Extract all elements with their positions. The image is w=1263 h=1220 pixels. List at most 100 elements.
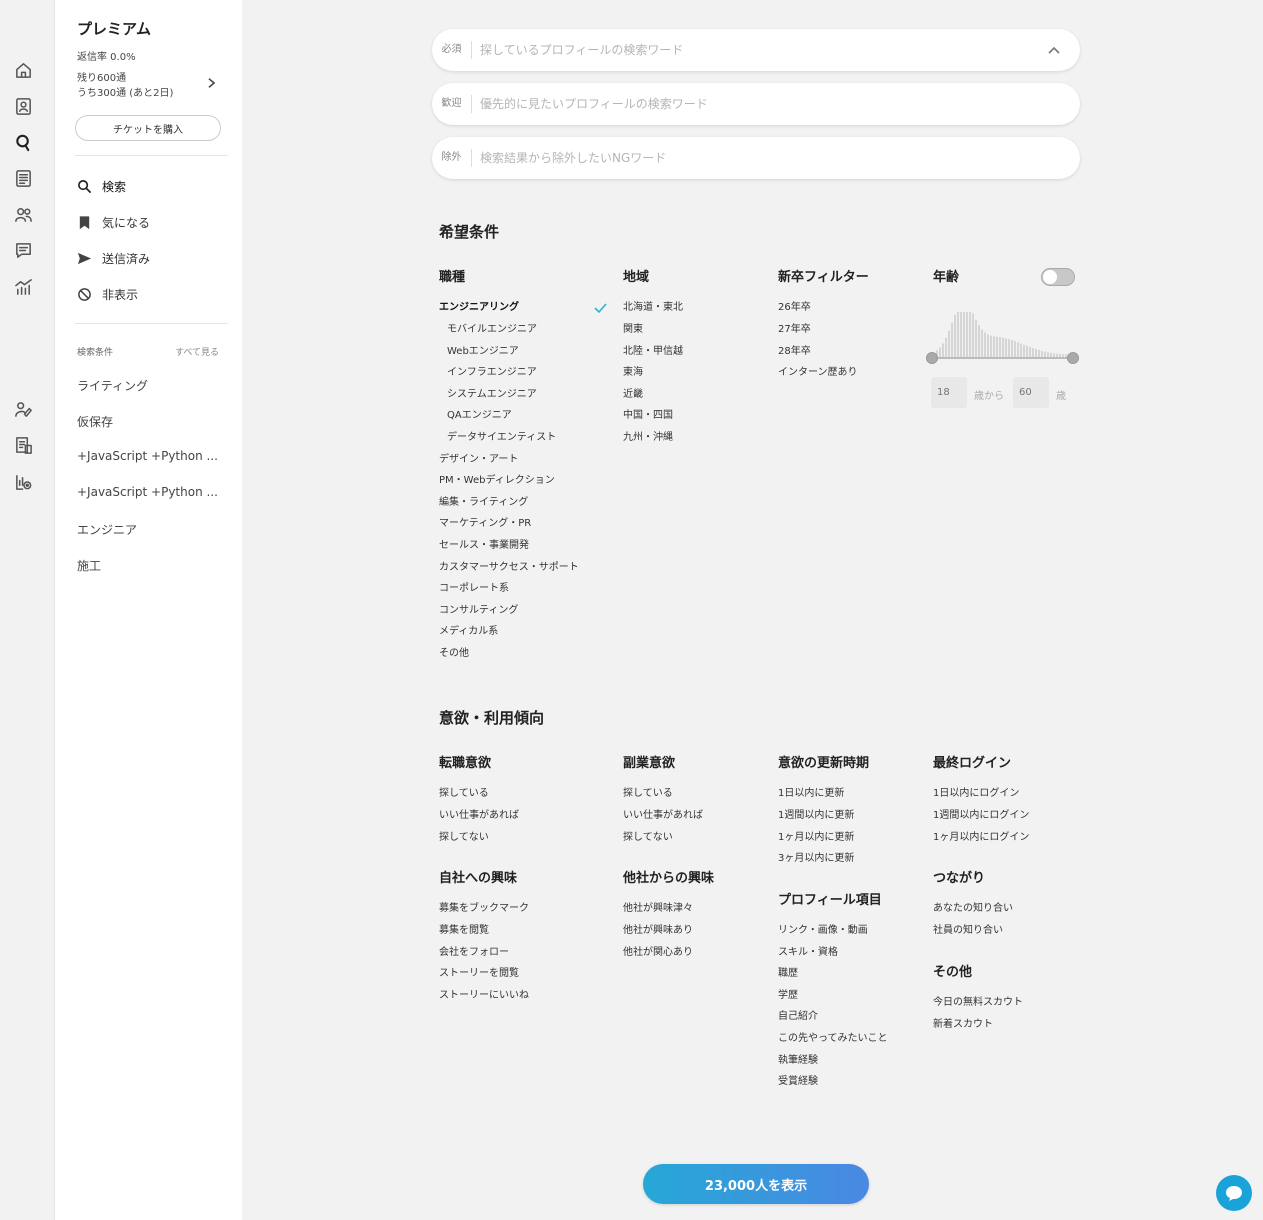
saved-condition-item[interactable]: 施工 [77,557,101,574]
job-option[interactable]: インフラエンジニア [447,363,537,378]
saved-condition-item[interactable]: +JavaScript +Python ... [77,485,218,499]
saved-condition-item[interactable]: ライティング [77,377,148,394]
job-option[interactable]: 編集・ライティング [439,493,528,508]
side-job-option[interactable]: 探してない [623,828,673,843]
side-panel: プレミアム 返信率 0.0% 残り600通 うち300通 (あと2日) チケット… [55,0,242,1220]
job-option[interactable]: データサイエンティスト [447,428,556,443]
chat-support-button[interactable] [1216,1175,1252,1211]
search-rail-icon[interactable] [13,132,33,152]
age-filter-toggle[interactable] [1041,268,1075,286]
login-option[interactable]: 1週間以内にログイン [933,806,1029,821]
job-change-option[interactable]: いい仕事があれば [439,806,519,821]
people-icon[interactable] [13,204,33,224]
other-interest-option[interactable]: 他社が興味あり [623,921,693,936]
buy-ticket-button[interactable]: チケットを購入 [75,115,221,141]
profile-option[interactable]: この先やってみたいこと [778,1029,888,1044]
nav-hidden-label: 非表示 [102,287,139,302]
saved-condition-item[interactable]: +JavaScript +Python ... [77,449,218,463]
nav-search[interactable]: 検索 [77,176,126,196]
welcome-keyword-input[interactable] [472,97,1080,111]
company-doc-icon[interactable] [13,435,33,455]
message-icon[interactable] [13,240,33,260]
connection-option[interactable]: あなたの知り合い [933,899,1013,914]
job-option[interactable]: コーポレート系 [439,579,509,594]
saved-condition-item[interactable]: 仮保存 [77,413,113,430]
profile-option[interactable]: 執筆経験 [778,1051,818,1066]
profile-option[interactable]: 自己紹介 [778,1007,818,1022]
other-interest-option[interactable]: 他社が興味津々 [623,899,693,914]
document-icon[interactable] [13,168,33,188]
age-max-input[interactable] [1013,377,1049,408]
region-option[interactable]: 北陸・甲信越 [623,342,683,357]
side-job-option[interactable]: いい仕事があれば [623,806,703,821]
new-grad-option[interactable]: 26年卒 [778,298,811,313]
show-results-button[interactable]: 23,000人を表示 [643,1164,869,1204]
update-option[interactable]: 1日以内に更新 [778,784,844,799]
own-interest-option[interactable]: ストーリーにいいね [439,986,529,1001]
other-option[interactable]: 今日の無料スカウト [933,993,1023,1008]
settings-chart-icon[interactable] [13,471,33,491]
profile-option[interactable]: 受賞経験 [778,1072,818,1087]
own-interest-option[interactable]: 会社をフォロー [439,943,509,958]
profile-card-icon[interactable] [13,96,33,116]
job-option[interactable]: コンサルティング [439,601,518,616]
own-interest-option[interactable]: 募集を閲覧 [439,921,489,936]
remaining-sub: うち300通 (あと2日) [77,88,174,99]
age-max-handle[interactable] [1067,352,1079,364]
plan-detail-chevron-icon[interactable] [205,76,217,90]
update-option[interactable]: 1週間以内に更新 [778,806,854,821]
saved-condition-item[interactable]: エンジニア [77,521,137,538]
home-icon[interactable] [13,60,33,80]
job-option[interactable]: QAエンジニア [447,406,512,421]
job-option[interactable]: セールス・事業開発 [439,536,529,551]
update-option[interactable]: 3ヶ月以内に更新 [778,849,854,864]
login-option[interactable]: 1ヶ月以内にログイン [933,828,1029,843]
login-option[interactable]: 1日以内にログイン [933,784,1019,799]
age-min-handle[interactable] [926,352,938,364]
job-option[interactable]: メディカル系 [439,622,498,637]
profile-option[interactable]: スキル・資格 [778,943,838,958]
own-interest-option[interactable]: 募集をブックマーク [439,899,529,914]
chevron-up-icon[interactable] [1044,40,1064,60]
job-option[interactable]: PM・Webディレクション [439,471,555,486]
job-option[interactable]: エンジニアリング [439,298,519,313]
profile-option[interactable]: 学歴 [778,986,798,1001]
job-option[interactable]: モバイルエンジニア [447,320,537,335]
user-edit-icon[interactable] [13,399,33,419]
nav-hidden[interactable]: 非表示 [77,284,138,304]
age-min-input[interactable] [931,377,967,408]
side-job-option[interactable]: 探している [623,784,673,799]
job-option[interactable]: Webエンジニア [447,342,519,357]
region-option[interactable]: 近畿 [623,385,643,400]
job-option[interactable]: マーケティング・PR [439,514,531,529]
profile-option[interactable]: リンク・画像・動画 [778,921,868,936]
job-option[interactable]: その他 [439,644,469,659]
job-option[interactable]: システムエンジニア [447,385,537,400]
new-grad-option[interactable]: 28年卒 [778,342,811,357]
region-option[interactable]: 九州・沖縄 [623,428,673,443]
update-option[interactable]: 1ヶ月以内に更新 [778,828,854,843]
job-change-option[interactable]: 探している [439,784,489,799]
new-grad-option[interactable]: インターン歴あり [778,363,858,378]
region-option[interactable]: 北海道・東北 [623,298,683,313]
job-option[interactable]: カスタマーサクセス・サポート [439,558,579,573]
region-option[interactable]: 関東 [623,320,643,335]
job-option[interactable]: デザイン・アート [439,450,518,465]
profile-option[interactable]: 職歴 [778,964,798,979]
see-all-link[interactable]: すべて見る [175,345,219,358]
own-interest-option[interactable]: ストーリーを閲覧 [439,964,519,979]
connection-option[interactable]: 社員の知り合い [933,921,1003,936]
nav-bookmarks[interactable]: 気になる [77,212,150,232]
other-interest-option[interactable]: 他社が関心あり [623,943,693,958]
new-grad-option[interactable]: 27年卒 [778,320,811,335]
required-keyword-input[interactable] [472,43,1044,57]
analytics-icon[interactable] [13,276,33,296]
job-change-option[interactable]: 探してない [439,828,489,843]
nav-sent[interactable]: 送信済み [77,248,150,268]
exclude-keyword-input[interactable] [472,151,1080,165]
update-title: 意欲の更新時期 [778,756,870,771]
region-option[interactable]: 東海 [623,363,643,378]
other-option[interactable]: 新着スカウト [933,1015,993,1030]
region-option[interactable]: 中国・四国 [623,406,673,421]
toggle-knob [1043,270,1057,284]
